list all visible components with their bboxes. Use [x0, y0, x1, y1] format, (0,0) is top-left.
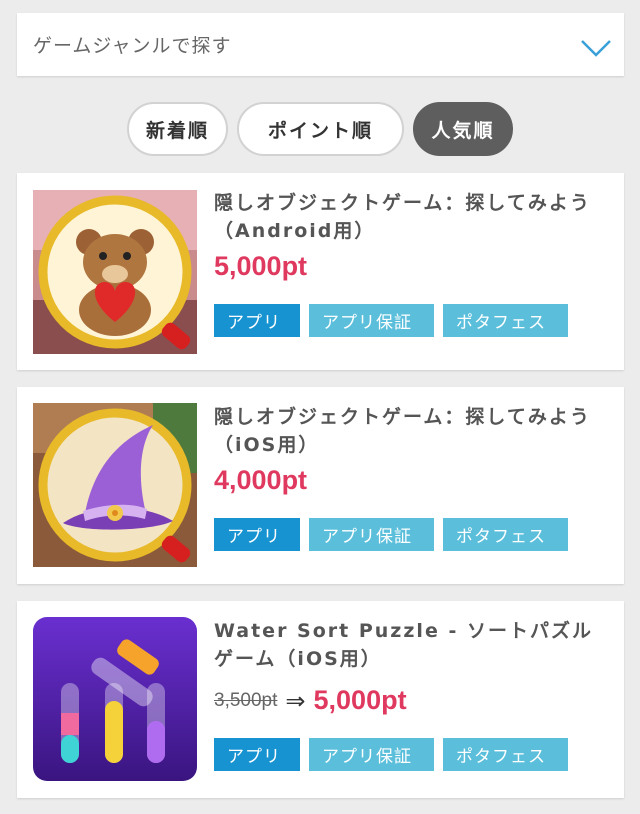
item-card[interactable]: Water Sort Puzzle - ソートパズルゲーム（iOS用） 3,50…	[17, 601, 624, 798]
item-title: 隠しオブジェクトゲーム：探してみよう（iOS用）	[214, 406, 591, 456]
sort-tab-popular[interactable]: 人気順	[413, 102, 513, 156]
genre-select-dropdown[interactable]: ゲームジャンルで探す	[17, 13, 624, 76]
arrow-icon: ⇒	[285, 686, 306, 715]
item-title: Water Sort Puzzle - ソートパズルゲーム（iOS用）	[214, 620, 593, 670]
tag-potafes: ポタフェス	[443, 304, 568, 337]
item-old-price: 3,500pt	[214, 689, 278, 711]
item-price: 5,000pt	[313, 685, 407, 715]
item-price: 4,000pt	[214, 465, 308, 495]
item-card[interactable]: 隠しオブジェクトゲーム：探してみよう（iOS用） 4,000pt アプリ アプリ…	[17, 387, 624, 584]
item-price: 5,000pt	[214, 251, 308, 281]
witch-hat-thumbnail	[33, 403, 197, 567]
item-title: 隠しオブジェクトゲーム：探してみよう（Android用）	[214, 192, 591, 242]
genre-select-label: ゲームジャンルで探す	[33, 35, 232, 57]
tag-potafes: ポタフェス	[443, 738, 568, 771]
test-tubes-thumbnail	[33, 617, 197, 781]
tag-potafes: ポタフェス	[443, 518, 568, 551]
chevron-down-icon	[581, 40, 611, 57]
sort-tab-points[interactable]: ポイント順	[237, 102, 404, 156]
tag-app-guarantee: アプリ保証	[309, 304, 434, 337]
tag-app: アプリ	[214, 518, 300, 551]
tag-app-guarantee: アプリ保証	[309, 518, 434, 551]
tag-app: アプリ	[214, 304, 300, 337]
tag-app-guarantee: アプリ保証	[309, 738, 434, 771]
teddy-bear-thumbnail	[33, 190, 197, 354]
item-card[interactable]: 隠しオブジェクトゲーム：探してみよう（Android用） 5,000pt アプリ…	[17, 173, 624, 370]
sort-tab-newest[interactable]: 新着順	[127, 102, 228, 156]
tag-app: アプリ	[214, 738, 300, 771]
